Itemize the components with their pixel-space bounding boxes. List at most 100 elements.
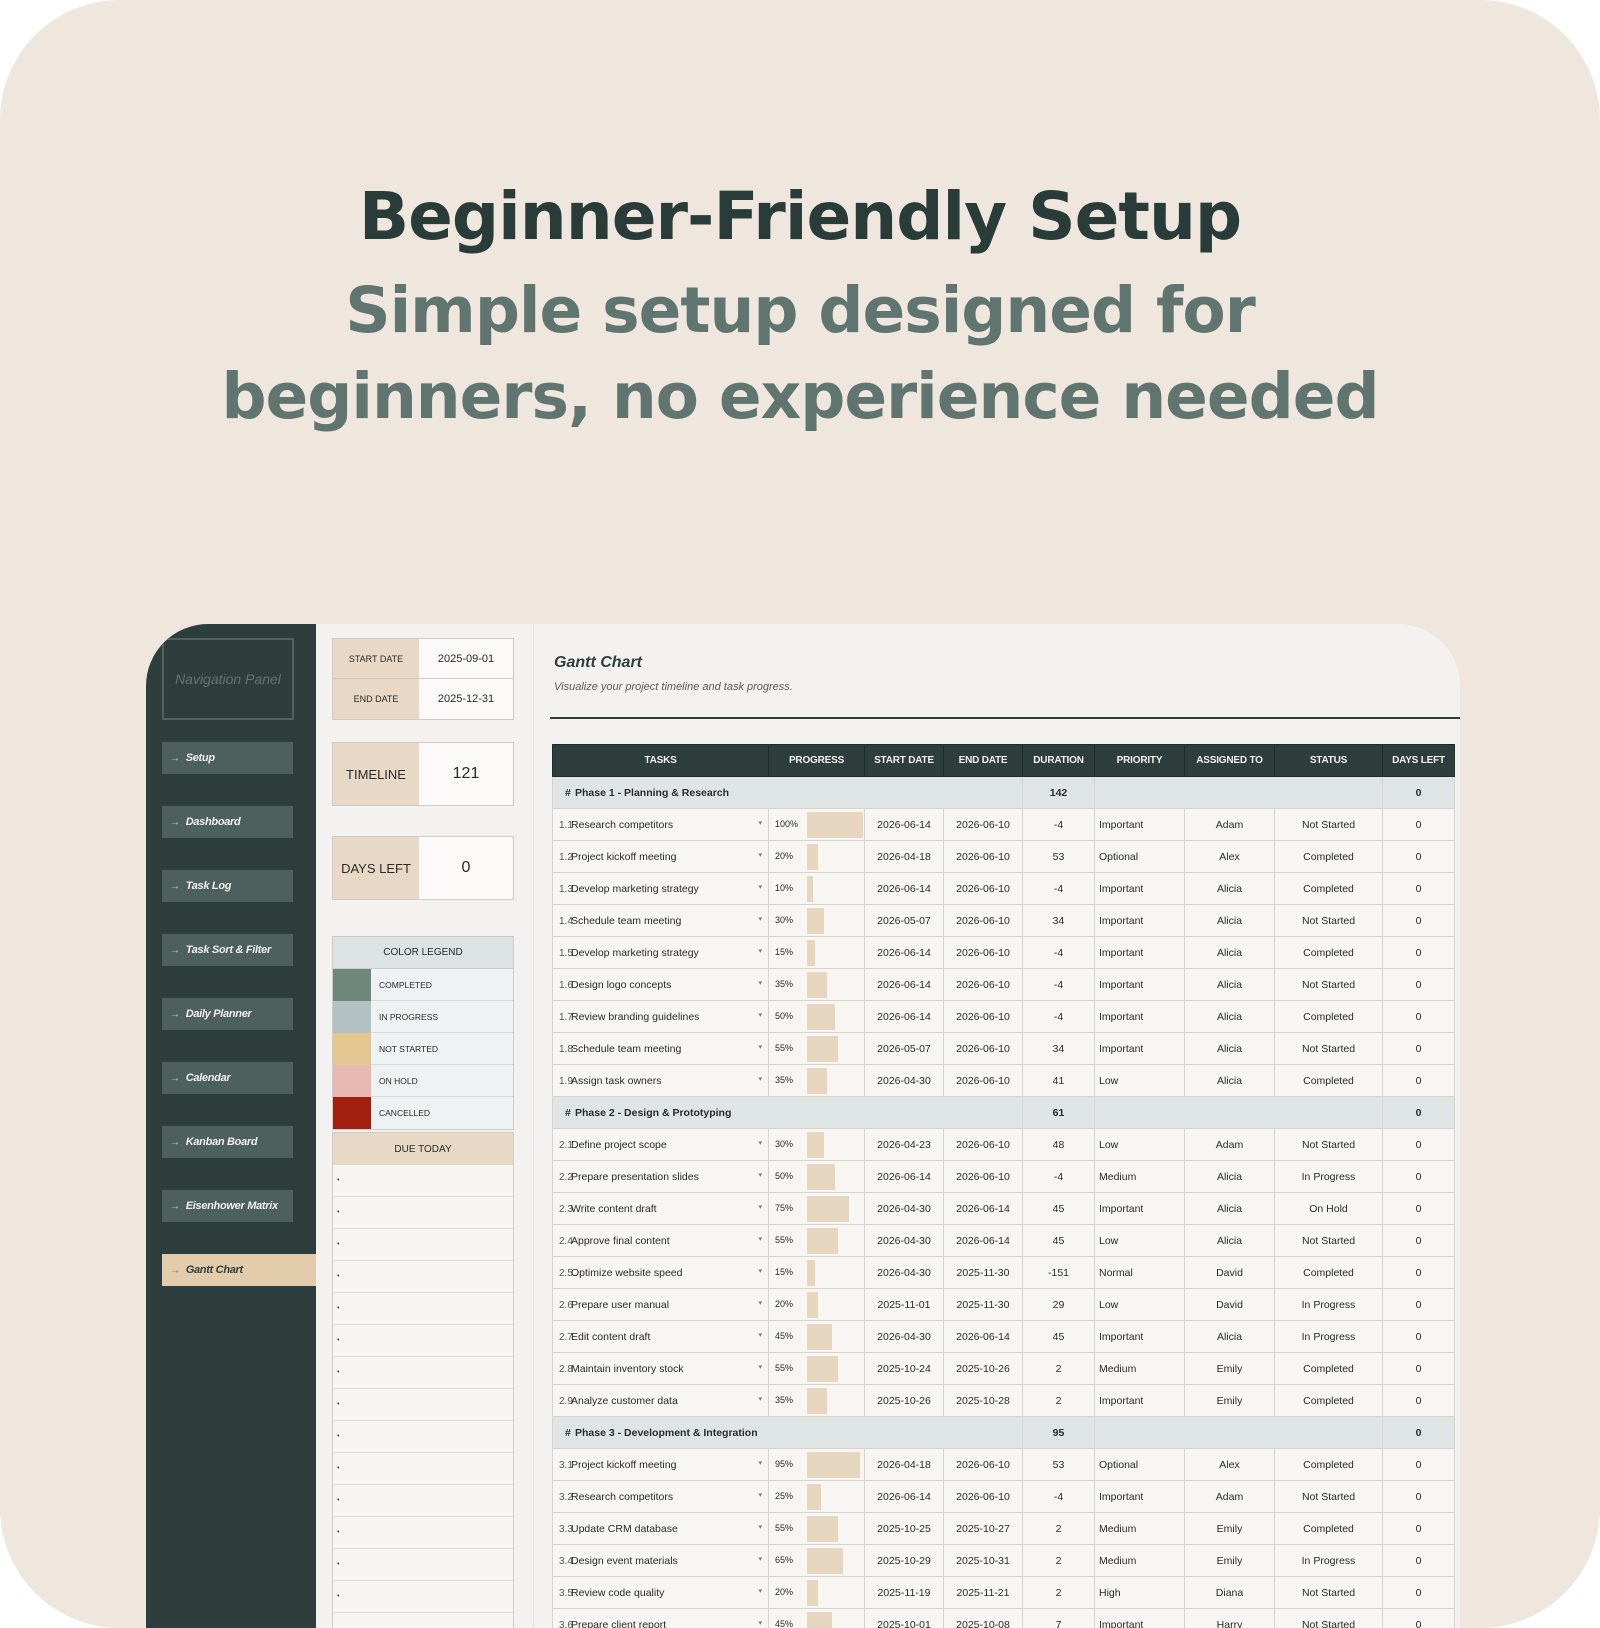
table-row[interactable]: 2.2Prepare presentation slides ▾ 50% 2026-0… [552,1160,1455,1193]
table-row[interactable]: 2.3Write content draft ▾ 75% 2026-04-30 2026… [552,1192,1455,1225]
end-date-cell[interactable]: 2026-06-10 [943,1448,1023,1481]
start-date-cell[interactable]: 2025-10-01 [864,1608,944,1628]
nav-item-task-sort-filter[interactable]: → Task Sort & Filter [162,934,293,966]
dropdown-caret-icon[interactable]: ▾ [758,1139,762,1147]
priority-cell[interactable]: Important [1094,1480,1185,1513]
table-row[interactable]: 2.6Prepare user manual ▾ 20% 2025-11-01 2025… [552,1288,1455,1321]
end-date-cell[interactable]: 2026-06-10 [943,872,1023,905]
end-date-cell[interactable]: 2026-06-10 [943,936,1023,969]
dropdown-caret-icon[interactable]: ▾ [758,1587,762,1595]
assigned-to-cell[interactable]: Emily [1184,1512,1275,1545]
start-date-cell[interactable]: 2026-04-30 [864,1224,944,1257]
column-header[interactable]: START DATE [864,744,944,777]
nav-item-eisenhower-matrix[interactable]: → Eisenhower Matrix [162,1190,293,1222]
assigned-to-cell[interactable]: Alicia [1184,1160,1275,1193]
due-today-line[interactable] [333,1229,513,1261]
status-cell[interactable]: Completed [1274,1352,1383,1385]
table-row[interactable]: 3.4Design event materials ▾ 65% 2025-10-29 2… [552,1544,1455,1577]
start-date-cell[interactable]: 2025-11-19 [864,1576,944,1609]
status-cell[interactable]: Not Started [1274,1576,1383,1609]
table-row[interactable]: 1.1Research competitors ▾ 100% 2026-06-14 20… [552,808,1455,841]
assigned-to-cell[interactable]: Alicia [1184,968,1275,1001]
end-date-cell[interactable]: 2025-10-28 [943,1384,1023,1417]
due-today-line[interactable] [333,1293,513,1325]
start-date-cell[interactable]: 2026-04-30 [864,1192,944,1225]
start-date-cell[interactable]: 2026-04-30 [864,1320,944,1353]
end-date-value[interactable]: 2025-12-31 [419,679,513,719]
assigned-to-cell[interactable]: Diana [1184,1576,1275,1609]
due-today-line[interactable] [333,1549,513,1581]
assigned-to-cell[interactable]: David [1184,1288,1275,1321]
due-today-line[interactable] [333,1485,513,1517]
task-cell[interactable]: 3.6Prepare client report ▾ [552,1608,769,1628]
column-header[interactable]: ASSIGNED TO [1184,744,1275,777]
end-date-cell[interactable]: 2026-06-10 [943,840,1023,873]
priority-cell[interactable]: Medium [1094,1352,1185,1385]
status-cell[interactable]: Not Started [1274,1032,1383,1065]
start-date-cell[interactable]: 2026-06-14 [864,968,944,1001]
start-date-cell[interactable]: 2025-10-29 [864,1544,944,1577]
start-date-cell[interactable]: 2026-06-14 [864,1000,944,1033]
priority-cell[interactable]: High [1094,1576,1185,1609]
task-cell[interactable]: 3.3Update CRM database ▾ [552,1512,769,1545]
task-cell[interactable]: 2.4Approve final content ▾ [552,1224,769,1257]
task-cell[interactable]: 3.2Research competitors ▾ [552,1480,769,1513]
status-cell[interactable]: Completed [1274,936,1383,969]
table-row[interactable]: 1.3Develop marketing strategy ▾ 10% 2026-06… [552,872,1455,905]
end-date-cell[interactable]: 2026-06-10 [943,904,1023,937]
status-cell[interactable]: Not Started [1274,1224,1383,1257]
assigned-to-cell[interactable]: Alicia [1184,872,1275,905]
task-cell[interactable]: 1.4Schedule team meeting ▾ [552,904,769,937]
status-cell[interactable]: Not Started [1274,904,1383,937]
task-cell[interactable]: 2.9Analyze customer data ▾ [552,1384,769,1417]
column-header[interactable]: STATUS [1274,744,1383,777]
dropdown-caret-icon[interactable]: ▾ [758,1459,762,1467]
end-date-cell[interactable]: 2026-06-10 [943,1128,1023,1161]
assigned-to-cell[interactable]: Alicia [1184,1192,1275,1225]
end-date-cell[interactable]: 2026-06-10 [943,1160,1023,1193]
column-header[interactable]: PROGRESS [768,744,865,777]
end-date-cell[interactable]: 2026-06-14 [943,1192,1023,1225]
start-date-value[interactable]: 2025-09-01 [419,639,513,678]
dropdown-caret-icon[interactable]: ▾ [758,947,762,955]
task-cell[interactable]: 3.1Project kickoff meeting ▾ [552,1448,769,1481]
start-date-cell[interactable]: 2026-06-14 [864,1480,944,1513]
due-today-line[interactable] [333,1421,513,1453]
table-row[interactable]: 2.7Edit content draft ▾ 45% 2026-04-30 2026-… [552,1320,1455,1353]
priority-cell[interactable]: Medium [1094,1544,1185,1577]
end-date-cell[interactable]: 2026-06-10 [943,1000,1023,1033]
status-cell[interactable]: In Progress [1274,1160,1383,1193]
table-row[interactable]: 1.6Design logo concepts ▾ 35% 2026-06-14 202… [552,968,1455,1001]
priority-cell[interactable]: Important [1094,968,1185,1001]
status-cell[interactable]: Completed [1274,1256,1383,1289]
priority-cell[interactable]: Normal [1094,1256,1185,1289]
dropdown-caret-icon[interactable]: ▾ [758,1043,762,1051]
table-row[interactable]: 1.7Review branding guidelines ▾ 50% 2026-06… [552,1000,1455,1033]
status-cell[interactable]: Completed [1274,840,1383,873]
end-date-cell[interactable]: 2026-06-14 [943,1224,1023,1257]
nav-item-calendar[interactable]: → Calendar [162,1062,293,1094]
task-cell[interactable]: 2.7Edit content draft ▾ [552,1320,769,1353]
nav-item-kanban-board[interactable]: → Kanban Board [162,1126,293,1158]
assigned-to-cell[interactable]: Alicia [1184,1224,1275,1257]
dropdown-caret-icon[interactable]: ▾ [758,883,762,891]
priority-cell[interactable]: Medium [1094,1512,1185,1545]
assigned-to-cell[interactable]: Alicia [1184,1320,1275,1353]
table-row[interactable]: 1.2Project kickoff meeting ▾ 20% 2026-04-18… [552,840,1455,873]
column-header[interactable]: DURATION [1022,744,1095,777]
assigned-to-cell[interactable]: David [1184,1256,1275,1289]
status-cell[interactable]: In Progress [1274,1288,1383,1321]
start-date-cell[interactable]: 2026-05-07 [864,1032,944,1065]
dropdown-caret-icon[interactable]: ▾ [758,1203,762,1211]
table-row[interactable]: 2.8Maintain inventory stock ▾ 55% 2025-10-2… [552,1352,1455,1385]
priority-cell[interactable]: Optional [1094,1448,1185,1481]
priority-cell[interactable]: Important [1094,936,1185,969]
table-row[interactable]: 1.5Develop marketing strategy ▾ 15% 2026-06… [552,936,1455,969]
priority-cell[interactable]: Optional [1094,840,1185,873]
table-row[interactable]: 1.4Schedule team meeting ▾ 30% 2026-05-07 20… [552,904,1455,937]
priority-cell[interactable]: Important [1094,1000,1185,1033]
due-today-line[interactable] [333,1325,513,1357]
dropdown-caret-icon[interactable]: ▾ [758,1267,762,1275]
status-cell[interactable]: Completed [1274,1512,1383,1545]
due-today-line[interactable] [333,1357,513,1389]
